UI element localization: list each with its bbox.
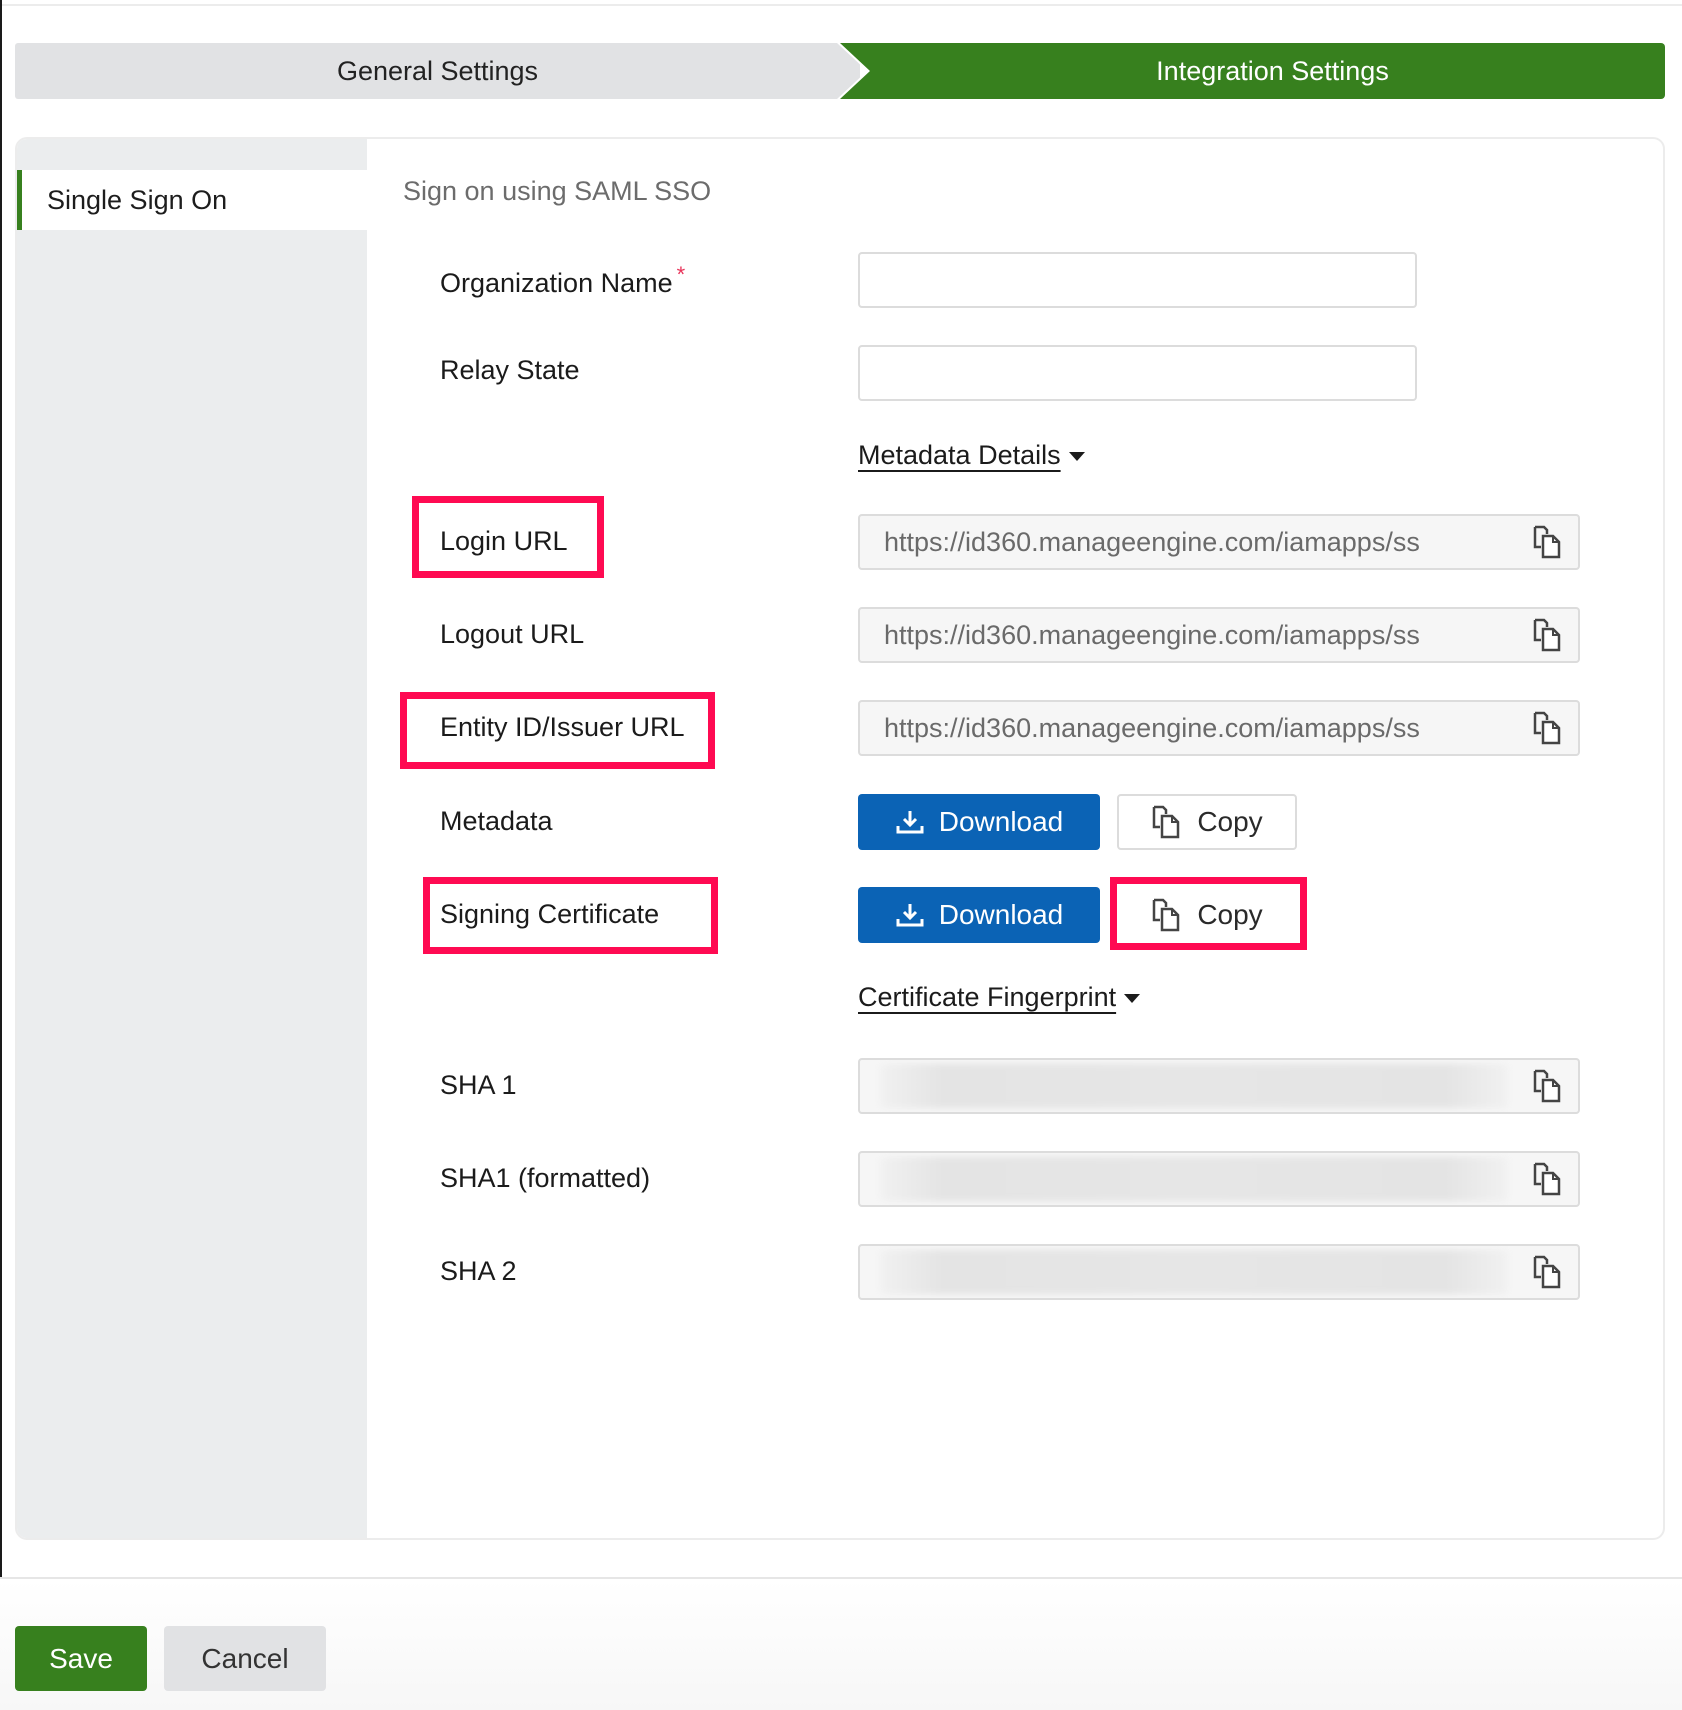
certificate-fingerprint-label: Certificate Fingerprint	[858, 982, 1117, 1012]
login-url-field[interactable]: https://id360.manageengine.com/iamapps/s…	[858, 514, 1580, 570]
logout-url-value: https://id360.manageengine.com/iamapps/s…	[884, 619, 1420, 650]
required-asterisk: *	[676, 262, 686, 287]
tab-general-settings[interactable]: General Settings	[15, 43, 860, 99]
tab-general-settings-label: General Settings	[336, 55, 539, 86]
copy-icon[interactable]	[1532, 618, 1562, 652]
copy-icon[interactable]	[1532, 1162, 1562, 1196]
top-divider	[0, 4, 1682, 6]
copy-icon[interactable]	[1532, 525, 1562, 559]
sha2-field[interactable]	[858, 1244, 1580, 1300]
caret-down-icon	[1124, 994, 1141, 1004]
signing-certificate-label: Signing Certificate	[440, 899, 660, 929]
certificate-fingerprint-toggle[interactable]: Certificate Fingerprint	[858, 982, 1141, 1013]
sidebar-item-single-sign-on[interactable]: Single Sign On	[17, 170, 367, 230]
signing-certificate-download-button[interactable]: Download	[858, 887, 1100, 943]
section-title: Sign on using SAML SSO	[403, 176, 712, 206]
sha2-label: SHA 2	[440, 1256, 517, 1286]
tab-integration-settings-label: Integration Settings	[1156, 55, 1389, 86]
cancel-button[interactable]: Cancel	[164, 1626, 326, 1691]
login-url-label: Login URL	[440, 526, 568, 556]
relay-state-label: Relay State	[440, 355, 580, 385]
login-url-value: https://id360.manageengine.com/iamapps/s…	[884, 526, 1420, 557]
entity-id-label: Entity ID/Issuer URL	[440, 712, 685, 742]
settings-card: Single Sign On	[15, 137, 1665, 1540]
logout-url-label: Logout URL	[440, 619, 585, 649]
copy-icon[interactable]	[1532, 1069, 1562, 1103]
sidebar: Single Sign On	[17, 139, 367, 1538]
sha2-value-redacted	[880, 1250, 1508, 1294]
settings-steps: General Settings Integration Settings	[15, 43, 1665, 99]
metadata-label: Metadata	[440, 806, 553, 836]
organization-name-label-text: Organization Name	[440, 268, 673, 298]
copy-label: Copy	[1197, 806, 1263, 837]
tab-integration-settings[interactable]: Integration Settings	[840, 43, 1665, 99]
download-label: Download	[938, 806, 1064, 837]
sha1-formatted-field[interactable]	[858, 1151, 1580, 1207]
copy-icon	[1153, 898, 1180, 932]
metadata-download-button[interactable]: Download	[858, 794, 1100, 850]
copy-icon[interactable]	[1532, 1255, 1562, 1289]
window-edge	[0, 0, 2, 1710]
copy-label: Copy	[1197, 899, 1263, 930]
signing-certificate-copy-button[interactable]: Copy	[1117, 887, 1297, 943]
sha1-label: SHA 1	[440, 1070, 517, 1100]
entity-id-field[interactable]: https://id360.manageengine.com/iamapps/s…	[858, 700, 1580, 756]
copy-icon	[1153, 805, 1180, 839]
download-icon	[896, 811, 924, 834]
sidebar-item-label: Single Sign On	[47, 184, 228, 215]
sha1-value-redacted	[880, 1064, 1508, 1108]
download-label: Download	[938, 899, 1064, 930]
entity-id-value: https://id360.manageengine.com/iamapps/s…	[884, 712, 1420, 743]
sha1-formatted-value-redacted	[880, 1157, 1508, 1201]
copy-icon[interactable]	[1532, 711, 1562, 745]
organization-name-input[interactable]	[858, 252, 1417, 308]
sha1-field[interactable]	[858, 1058, 1580, 1114]
organization-name-label: Organization Name *	[440, 262, 685, 299]
relay-state-input[interactable]	[858, 345, 1417, 401]
metadata-copy-button[interactable]: Copy	[1117, 794, 1297, 850]
logout-url-field[interactable]: https://id360.manageengine.com/iamapps/s…	[858, 607, 1580, 663]
metadata-details-toggle[interactable]: Metadata Details	[858, 440, 1085, 471]
save-button[interactable]: Save	[15, 1626, 147, 1691]
sha1-formatted-label: SHA1 (formatted)	[440, 1163, 651, 1193]
caret-down-icon	[1068, 452, 1085, 462]
metadata-details-label: Metadata Details	[858, 440, 1061, 470]
download-icon	[896, 904, 924, 927]
